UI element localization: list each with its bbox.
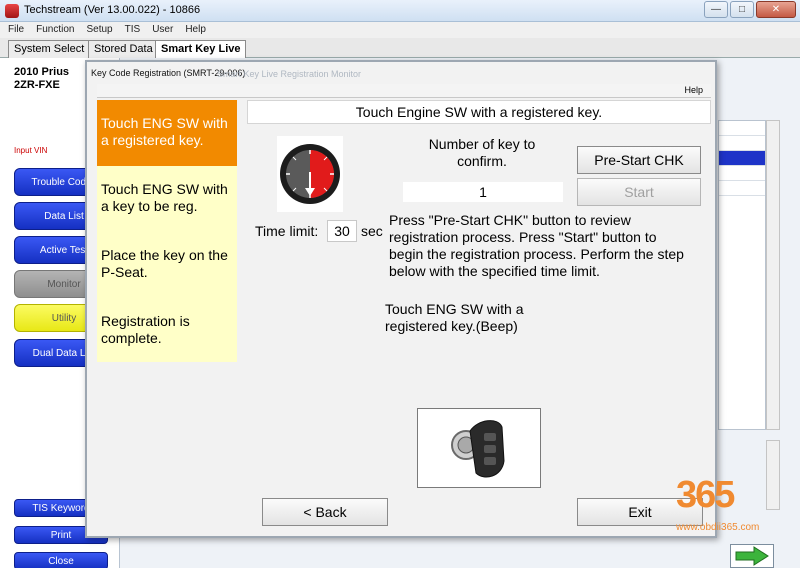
dialog-help-menu[interactable]: Help bbox=[684, 85, 703, 95]
vehicle-engine: 2ZR-FXE bbox=[14, 79, 60, 91]
menu-user[interactable]: User bbox=[152, 22, 173, 38]
stopwatch-icon bbox=[280, 144, 340, 204]
instruction-header: Touch Engine SW with a registered key. bbox=[247, 100, 711, 124]
substep-text: Touch ENG SW with a registered key.(Beep… bbox=[385, 301, 524, 334]
key-fob-image bbox=[417, 408, 541, 488]
step-4: Registration is complete. bbox=[101, 313, 190, 346]
key-fob-icon bbox=[451, 420, 505, 478]
tab-bar: System Select Stored Data Smart Key Live bbox=[0, 38, 800, 59]
timer-gauge bbox=[277, 136, 343, 212]
step-1: Touch ENG SW with a registered key. bbox=[97, 100, 237, 166]
window-controls: — □ ✕ bbox=[704, 1, 796, 18]
list-row bbox=[719, 136, 765, 151]
dialog-ghost-title: Smart Key Live Registration Monitor bbox=[217, 69, 362, 79]
window-title: Techstream (Ver 13.00.022) - 10866 bbox=[24, 4, 201, 16]
start-button[interactable]: Start bbox=[577, 178, 701, 206]
vehicle-model: 2010 Prius bbox=[14, 66, 70, 78]
vertical-scrollbar[interactable] bbox=[766, 120, 780, 430]
app-icon bbox=[5, 4, 19, 18]
num-key-label: Number of key to confirm. bbox=[428, 136, 536, 169]
key-code-registration-dialog: Key Code Registration (SMRT-29-006) Smar… bbox=[85, 60, 717, 538]
step-2: Touch ENG SW with a key to be reg. bbox=[101, 181, 228, 214]
menu-tis[interactable]: TIS bbox=[125, 22, 141, 38]
background-list bbox=[718, 120, 766, 430]
menu-file[interactable]: File bbox=[8, 22, 24, 38]
vehicle-info: 2010 Prius 2ZR-FXE bbox=[14, 66, 69, 92]
time-limit-label: Time limit: bbox=[255, 223, 319, 239]
tab-stored-data[interactable]: Stored Data bbox=[88, 40, 159, 58]
tab-smart-key-live[interactable]: Smart Key Live bbox=[155, 40, 247, 59]
minimize-button[interactable]: — bbox=[704, 1, 728, 18]
list-row bbox=[719, 121, 765, 136]
prestart-chk-button[interactable]: Pre-Start CHK bbox=[577, 146, 701, 174]
menu-function[interactable]: Function bbox=[36, 22, 74, 38]
menu-help[interactable]: Help bbox=[185, 22, 206, 38]
instructions-text: Press "Pre-Start CHK" button to review r… bbox=[389, 212, 684, 279]
list-row bbox=[719, 166, 765, 181]
menu-setup[interactable]: Setup bbox=[86, 22, 112, 38]
title-bar: Techstream (Ver 13.00.022) - 10866 — □ ✕ bbox=[0, 0, 800, 22]
right-arrow-icon bbox=[735, 546, 769, 566]
time-limit-value: 30 bbox=[327, 220, 357, 242]
num-key-value: 1 bbox=[403, 182, 563, 202]
watermark-logo: 365 www.obdii365.com bbox=[676, 470, 786, 540]
watermark-url: www.obdii365.com bbox=[676, 522, 760, 533]
watermark-digits: 365 bbox=[676, 474, 735, 516]
input-vin-label: Input VIN bbox=[14, 146, 48, 155]
list-row bbox=[719, 181, 765, 196]
menu-bar: File Function Setup TIS User Help bbox=[0, 22, 800, 38]
step-list: Touch ENG SW with a registered key. Touc… bbox=[97, 100, 237, 362]
close-window-button[interactable]: ✕ bbox=[756, 1, 796, 18]
tab-system-select[interactable]: System Select bbox=[8, 40, 91, 58]
close-button[interactable]: Close bbox=[14, 552, 108, 568]
maximize-button[interactable]: □ bbox=[730, 1, 754, 18]
step-3: Place the key on the P-Seat. bbox=[101, 247, 228, 280]
list-row-selected bbox=[719, 151, 765, 166]
dialog-help-bar: Help bbox=[97, 84, 711, 98]
time-unit-label: sec bbox=[361, 223, 383, 239]
back-button[interactable]: < Back bbox=[262, 498, 388, 526]
next-arrow-button[interactable] bbox=[730, 544, 774, 568]
